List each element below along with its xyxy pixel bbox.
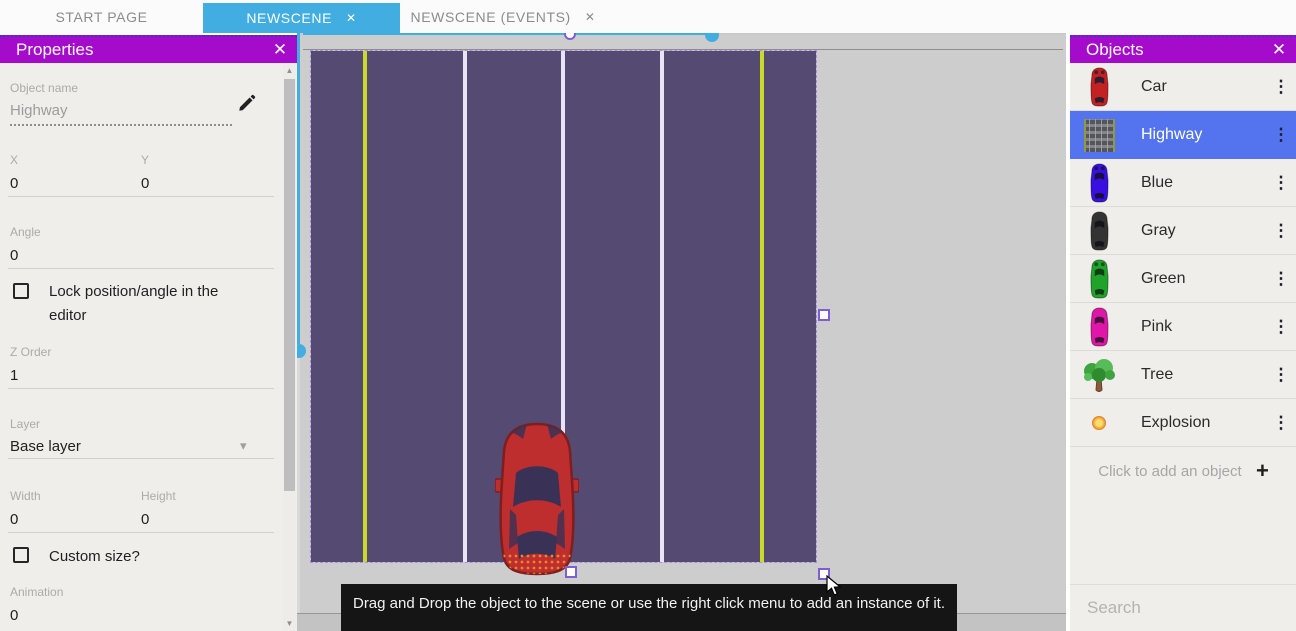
- properties-header: Properties ✕: [0, 35, 297, 63]
- angle-label: Angle: [10, 225, 41, 239]
- x-label: X: [10, 153, 18, 167]
- highway-icon: [1084, 119, 1115, 152]
- scroll-down-icon[interactable]: ▼: [283, 619, 296, 628]
- object-name-value[interactable]: Highway: [10, 102, 232, 126]
- object-row-blue[interactable]: Blue ⋮: [1070, 159, 1296, 207]
- mouse-cursor: [826, 575, 842, 597]
- x-field[interactable]: 0: [10, 175, 18, 192]
- objects-search-row: [1070, 584, 1296, 631]
- divider: [8, 388, 274, 389]
- tab-close-icon[interactable]: ✕: [346, 11, 357, 25]
- object-row-gray[interactable]: Gray ⋮: [1070, 207, 1296, 255]
- height-field[interactable]: 0: [141, 511, 149, 528]
- y-field[interactable]: 0: [141, 175, 149, 192]
- vertical-scrollbar-fill: [297, 33, 300, 344]
- layer-select[interactable]: Base layer: [10, 438, 81, 455]
- kebab-menu-icon[interactable]: ⋮: [1266, 413, 1296, 433]
- height-label: Height: [141, 489, 176, 503]
- selection-handle-bottom[interactable]: [565, 566, 577, 578]
- properties-panel: Properties ✕ Object name Highway X 0 Y 0…: [0, 35, 297, 631]
- properties-scrollbar[interactable]: ▲ ▼: [283, 63, 296, 631]
- custom-size-checkbox[interactable]: [13, 547, 29, 563]
- close-icon[interactable]: ✕: [1262, 40, 1296, 60]
- tab-label: NEWSCENE: [246, 10, 332, 26]
- object-row-green[interactable]: Green ⋮: [1070, 255, 1296, 303]
- chevron-down-icon[interactable]: ▾: [240, 438, 247, 454]
- kebab-menu-icon[interactable]: ⋮: [1266, 365, 1296, 385]
- object-row-tree[interactable]: Tree ⋮: [1070, 351, 1296, 399]
- car-icon: [1090, 163, 1109, 203]
- plus-icon[interactable]: +: [1256, 458, 1296, 484]
- scrollbar-thumb[interactable]: [284, 79, 295, 491]
- close-icon[interactable]: ✕: [263, 40, 297, 60]
- objects-header: Objects ✕: [1070, 35, 1296, 63]
- add-object-row[interactable]: Click to add an object +: [1070, 447, 1296, 495]
- car-icon: [1090, 211, 1109, 251]
- tab-start-page[interactable]: START PAGE: [0, 0, 203, 33]
- kebab-menu-icon[interactable]: ⋮: [1266, 269, 1296, 289]
- kebab-menu-icon[interactable]: ⋮: [1266, 221, 1296, 241]
- object-row-highway[interactable]: Highway ⋮: [1070, 111, 1296, 159]
- drag-hint-tooltip: Drag and Drop the object to the scene or…: [341, 584, 957, 631]
- kebab-menu-icon[interactable]: ⋮: [1266, 317, 1296, 337]
- divider: [8, 532, 274, 533]
- lane-line-white: [463, 51, 467, 562]
- object-name-label: Object name: [10, 81, 78, 95]
- car-icon: [1090, 259, 1109, 299]
- car-icon: [1090, 307, 1109, 347]
- tree-icon: [1081, 358, 1117, 392]
- scroll-up-icon[interactable]: ▲: [283, 66, 296, 75]
- kebab-menu-icon[interactable]: ⋮: [1266, 77, 1296, 97]
- tab-close-icon[interactable]: ✕: [585, 10, 596, 24]
- add-object-label: Click to add an object: [1070, 463, 1256, 480]
- lock-checkbox[interactable]: [13, 283, 29, 299]
- divider: [8, 196, 274, 197]
- object-row-explosion[interactable]: Explosion ⋮: [1070, 399, 1296, 447]
- width-field[interactable]: 0: [10, 511, 18, 528]
- angle-field[interactable]: 0: [10, 247, 18, 264]
- tab-label: START PAGE: [55, 9, 147, 25]
- tab-bar: START PAGE NEWSCENE ✕ NEWSCENE (EVENTS) …: [0, 0, 1296, 33]
- object-row-pink[interactable]: Pink ⋮: [1070, 303, 1296, 351]
- panel-title: Properties: [0, 40, 263, 60]
- tab-newscene-events[interactable]: NEWSCENE (EVENTS) ✕: [400, 0, 606, 33]
- selection-handle-right[interactable]: [818, 309, 830, 321]
- car-rear-bumper: [501, 553, 573, 577]
- divider: [8, 458, 274, 459]
- divider: [8, 268, 274, 269]
- lane-line-yellow: [363, 51, 367, 562]
- app-window: START PAGE NEWSCENE ✕ NEWSCENE (EVENTS) …: [0, 0, 1296, 631]
- custom-size-label: Custom size?: [49, 545, 249, 569]
- layer-label: Layer: [10, 417, 40, 431]
- lock-label: Lock position/angle in the editor: [49, 280, 249, 328]
- kebab-menu-icon[interactable]: ⋮: [1266, 125, 1296, 145]
- z-order-label: Z Order: [10, 345, 51, 359]
- panel-title: Objects: [1070, 40, 1262, 60]
- scene-boundary-line: [303, 49, 1063, 50]
- search-input[interactable]: [1070, 598, 1296, 618]
- z-order-field[interactable]: 1: [10, 367, 18, 384]
- lane-line-white: [660, 51, 664, 562]
- objects-panel: Objects ✕ Car ⋮ Highway ⋮: [1070, 35, 1296, 631]
- car-sprite[interactable]: [495, 421, 579, 578]
- animation-label: Animation: [10, 585, 63, 599]
- edit-pencil-icon[interactable]: [237, 93, 257, 113]
- object-row-car[interactable]: Car ⋮: [1070, 63, 1296, 111]
- tab-label: NEWSCENE (EVENTS): [411, 9, 571, 25]
- lane-line-yellow: [760, 51, 764, 562]
- explosion-icon: [1092, 416, 1106, 430]
- car-icon: [1090, 67, 1109, 107]
- tab-newscene[interactable]: NEWSCENE ✕: [203, 3, 400, 33]
- width-label: Width: [10, 489, 41, 503]
- kebab-menu-icon[interactable]: ⋮: [1266, 173, 1296, 193]
- y-label: Y: [141, 153, 149, 167]
- animation-field[interactable]: 0: [10, 607, 18, 624]
